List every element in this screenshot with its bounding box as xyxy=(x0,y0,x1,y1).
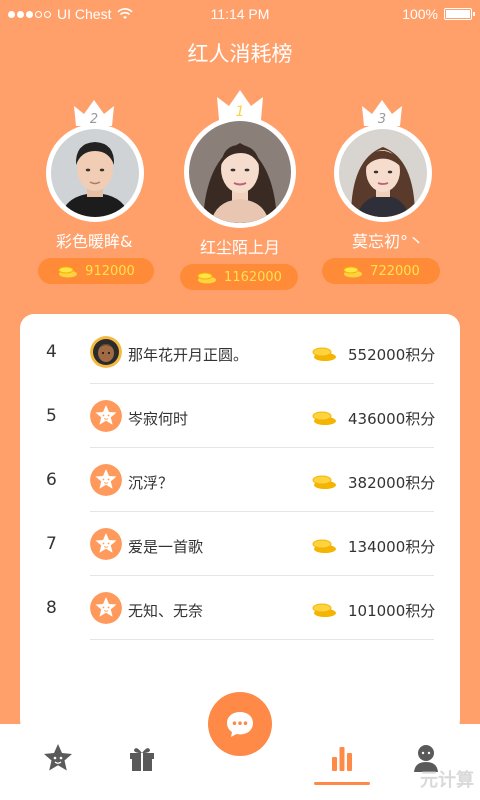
score: 552000积分 xyxy=(348,346,436,364)
podium-score: 1162000 xyxy=(224,269,282,285)
username: 爱是一首歌 xyxy=(128,538,204,556)
username: 沉浮？ xyxy=(128,474,174,492)
username: 那年花开月正圆。 xyxy=(128,346,249,364)
bar-chart-icon xyxy=(332,747,352,771)
battery-icon xyxy=(444,8,475,20)
tab-gifts[interactable] xyxy=(122,738,162,778)
username: 无知、无奈 xyxy=(128,602,204,620)
avatar[interactable] xyxy=(334,124,432,222)
female-avatar-photo xyxy=(189,121,291,223)
divider xyxy=(90,639,434,640)
podium-name: 彩色暖眸& xyxy=(56,232,133,251)
active-tab-indicator xyxy=(314,782,370,785)
coin-icon xyxy=(58,266,78,278)
podium-name: 红尘陌上月 xyxy=(200,238,281,257)
star-face-avatar[interactable] xyxy=(90,400,122,432)
coin-icon xyxy=(312,411,336,425)
score: 382000积分 xyxy=(348,474,436,492)
coin-icon xyxy=(312,603,336,617)
rank-number: 5 xyxy=(46,406,57,426)
chat-fab-container xyxy=(200,684,280,764)
battery-percent: 100% xyxy=(402,6,438,22)
coin-icon xyxy=(312,475,336,489)
podium-score: 722000 xyxy=(370,263,420,279)
star-face-avatar[interactable] xyxy=(90,464,122,496)
rank-number: 4 xyxy=(46,342,57,362)
gift-icon xyxy=(130,748,154,771)
podium-name: 莫忘初°丶 xyxy=(352,232,425,251)
ranking-list: 4 那年花开月正圆。 552000积分 5 岑寂何时 436000积分 6 沉浮… xyxy=(20,314,460,734)
star-face-icon xyxy=(44,744,72,771)
podium-score-pill: 912000 xyxy=(38,258,154,284)
score: 101000积分 xyxy=(348,602,436,620)
list-item[interactable]: 8 无知、无奈 101000积分 xyxy=(20,576,460,640)
list-item[interactable]: 6 沉浮？ 382000积分 xyxy=(20,448,460,512)
coin-icon xyxy=(312,539,336,553)
male-avatar-photo xyxy=(51,129,139,217)
page-title: 红人消耗榜 xyxy=(187,42,293,66)
rank-number: 6 xyxy=(46,470,57,490)
chat-button[interactable] xyxy=(208,692,272,756)
list-item[interactable]: 7 爱是一首歌 134000积分 xyxy=(20,512,460,576)
avatar[interactable] xyxy=(184,116,296,228)
chat-bubble-icon xyxy=(227,712,253,737)
avatar[interactable] xyxy=(46,124,144,222)
watermark: 元计算 xyxy=(420,770,474,791)
podium-score: 912000 xyxy=(85,263,135,279)
star-face-avatar[interactable] xyxy=(90,528,122,560)
podium-score-pill: 722000 xyxy=(322,258,440,284)
score: 134000积分 xyxy=(348,538,436,556)
rank-number: 8 xyxy=(46,598,57,618)
tab-home[interactable] xyxy=(38,738,78,778)
tab-ranking[interactable] xyxy=(322,738,362,778)
coin-icon xyxy=(197,272,217,284)
star-face-avatar[interactable] xyxy=(90,592,122,624)
list-item[interactable]: 4 那年花开月正圆。 552000积分 xyxy=(20,320,460,384)
score: 436000积分 xyxy=(348,410,436,428)
status-bar: UI Chest 11:14 PM 100% xyxy=(0,0,480,28)
list-item[interactable]: 5 岑寂何时 436000积分 xyxy=(20,384,460,448)
podium-score-pill: 1162000 xyxy=(180,264,298,290)
coin-icon xyxy=(312,347,336,361)
user-photo-avatar[interactable] xyxy=(90,336,122,368)
coin-icon xyxy=(343,266,363,278)
female-avatar-photo xyxy=(339,129,427,217)
username: 岑寂何时 xyxy=(128,410,189,428)
rank-number: 7 xyxy=(46,534,57,554)
